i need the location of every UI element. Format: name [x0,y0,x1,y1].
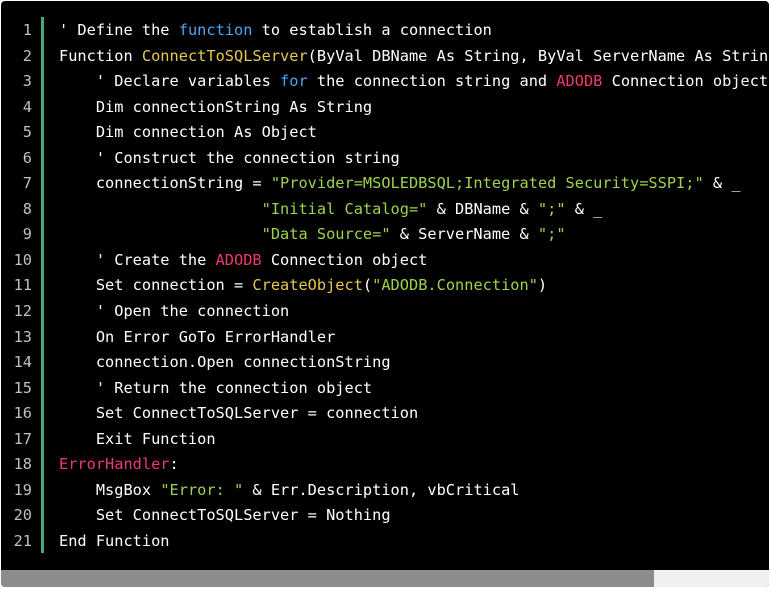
code-token: : [169,455,179,474]
horizontal-scrollbar[interactable] [1,570,769,587]
code-editor[interactable]: 1 2 3 4 5 6 7 8 9 10 11 12 13 14 15 16 17 18 19 20 21 ' Defi… [1,1,769,587]
code-token: the connection string and [307,72,557,91]
line-number: 12 [13,302,32,321]
code-token: ' Define the [59,21,179,39]
code-token: to establish a connection [252,21,492,39]
code-token: ";" [537,199,566,218]
line-number: 2 [22,46,32,65]
code-line[interactable]: Set ConnectToSQLServer = connection [59,401,769,427]
code-token: On Error GoTo ErrorHandler [59,327,336,346]
line-number: 17 [13,429,32,448]
code-token: "Error: " [160,480,244,499]
code-token: Dim connectionString As String [59,97,373,116]
line-number: 9 [22,225,32,244]
line-number: 10 [13,250,32,269]
code-line[interactable]: ' Create the ADODB Connection object [59,248,769,274]
code-line[interactable]: ' Open the connection [59,299,769,325]
code-token: Set ConnectToSQLServer = connection [59,404,419,423]
line-number: 8 [22,199,32,218]
code-line[interactable]: "Initial Catalog=" & DBName & ";" & _ [59,197,769,223]
code-token: CreateObject [252,276,363,295]
line-number: 16 [13,404,32,423]
code-token: Connection object [261,250,428,269]
line-number: 3 [22,72,32,91]
code-area[interactable]: ' Define the function to establish a con… [59,18,769,554]
code-line[interactable]: Function ConnectToSQLServer(ByVal DBName… [59,44,769,70]
code-token: MsgBox [59,480,161,499]
code-token: & _ [565,199,603,218]
code-line[interactable]: ' Define the function to establish a con… [59,18,769,44]
code-token: Exit Function [59,429,216,448]
line-number: 14 [13,353,32,372]
code-line[interactable]: ' Construct the connection string [59,146,769,172]
code-line[interactable]: "Data Source=" & ServerName & ";" [59,222,769,248]
code-token: ' Return the connection object [59,378,373,397]
code-token: ' Construct the connection string [59,148,400,167]
code-token: ADODB [556,72,603,91]
code-token: "Initial Catalog=" [261,199,428,218]
code-token: ) [537,276,548,295]
gutter-border [41,17,44,553]
code-token: Dim connection As Object [59,123,317,142]
code-line[interactable]: Dim connectionString As String [59,95,769,121]
line-number: 1 [22,21,32,39]
code-token: ( [362,276,373,295]
code-line[interactable]: Exit Function [59,427,769,453]
code-token: "Provider=MSOLEDBSQL;Integrated Security… [270,174,704,193]
code-token: ' Open the connection [59,302,290,321]
code-token: & Err.Description, vbCritical [243,480,520,499]
code-token: Set ConnectToSQLServer = Nothing [59,506,391,525]
line-number: 7 [22,174,32,193]
line-number: 6 [22,148,32,167]
line-number: 13 [13,327,32,346]
code-token: & DBName & [427,199,538,218]
line-number: 18 [13,455,32,474]
code-line[interactable]: connection.Open connectionString [59,350,769,376]
code-token: for [280,72,308,91]
code-token: function [178,21,253,39]
code-token: ";" [537,225,566,244]
code-line[interactable]: Dim connection As Object [59,120,769,146]
code-token: ErrorHandler [59,455,170,474]
code-token: ' Create the [59,250,216,269]
code-token: Connection object [602,72,769,91]
code-token: & _ [703,174,741,193]
scrollbar-thumb[interactable] [1,570,654,587]
line-number: 19 [13,480,32,499]
code-token: Set connection = [59,276,253,295]
code-line[interactable]: connectionString = "Provider=MSOLEDBSQL;… [59,171,769,197]
code-line[interactable]: ' Declare variables for the connection s… [59,69,769,95]
code-line[interactable]: End Function [59,529,769,555]
code-token: "Data Source=" [261,225,391,244]
code-line[interactable]: On Error GoTo ErrorHandler [59,325,769,351]
code-token: connectionString = [59,174,271,193]
code-token: ConnectToSQLServer [141,46,308,65]
code-line[interactable]: Set connection = CreateObject("ADODB.Con… [59,273,769,299]
code-token: (ByVal DBName As String, ByVal ServerNam… [307,46,769,65]
line-number: 20 [13,506,32,525]
line-number: 4 [22,97,32,116]
code-token: ' Declare variables [59,72,281,91]
code-token: "ADODB.Connection" [372,276,538,295]
code-token: & ServerName & [390,225,538,244]
code-line[interactable]: ErrorHandler: [59,452,769,478]
line-number-gutter: 1 2 3 4 5 6 7 8 9 10 11 12 13 14 15 16 17 18 19 20 21 [1,18,39,554]
code-token: connection.Open connectionString [59,353,391,372]
line-number: 5 [22,123,32,142]
code-line[interactable]: MsgBox "Error: " & Err.Description, vbCr… [59,478,769,504]
code-line[interactable]: ' Return the connection object [59,376,769,402]
code-line[interactable]: Set ConnectToSQLServer = Nothing [59,503,769,529]
code-token: ADODB [215,250,262,269]
line-number: 11 [13,276,32,295]
line-number: 21 [13,531,32,550]
code-token: End Function [59,531,170,550]
line-number: 15 [13,378,32,397]
code-token: Function [59,46,142,65]
